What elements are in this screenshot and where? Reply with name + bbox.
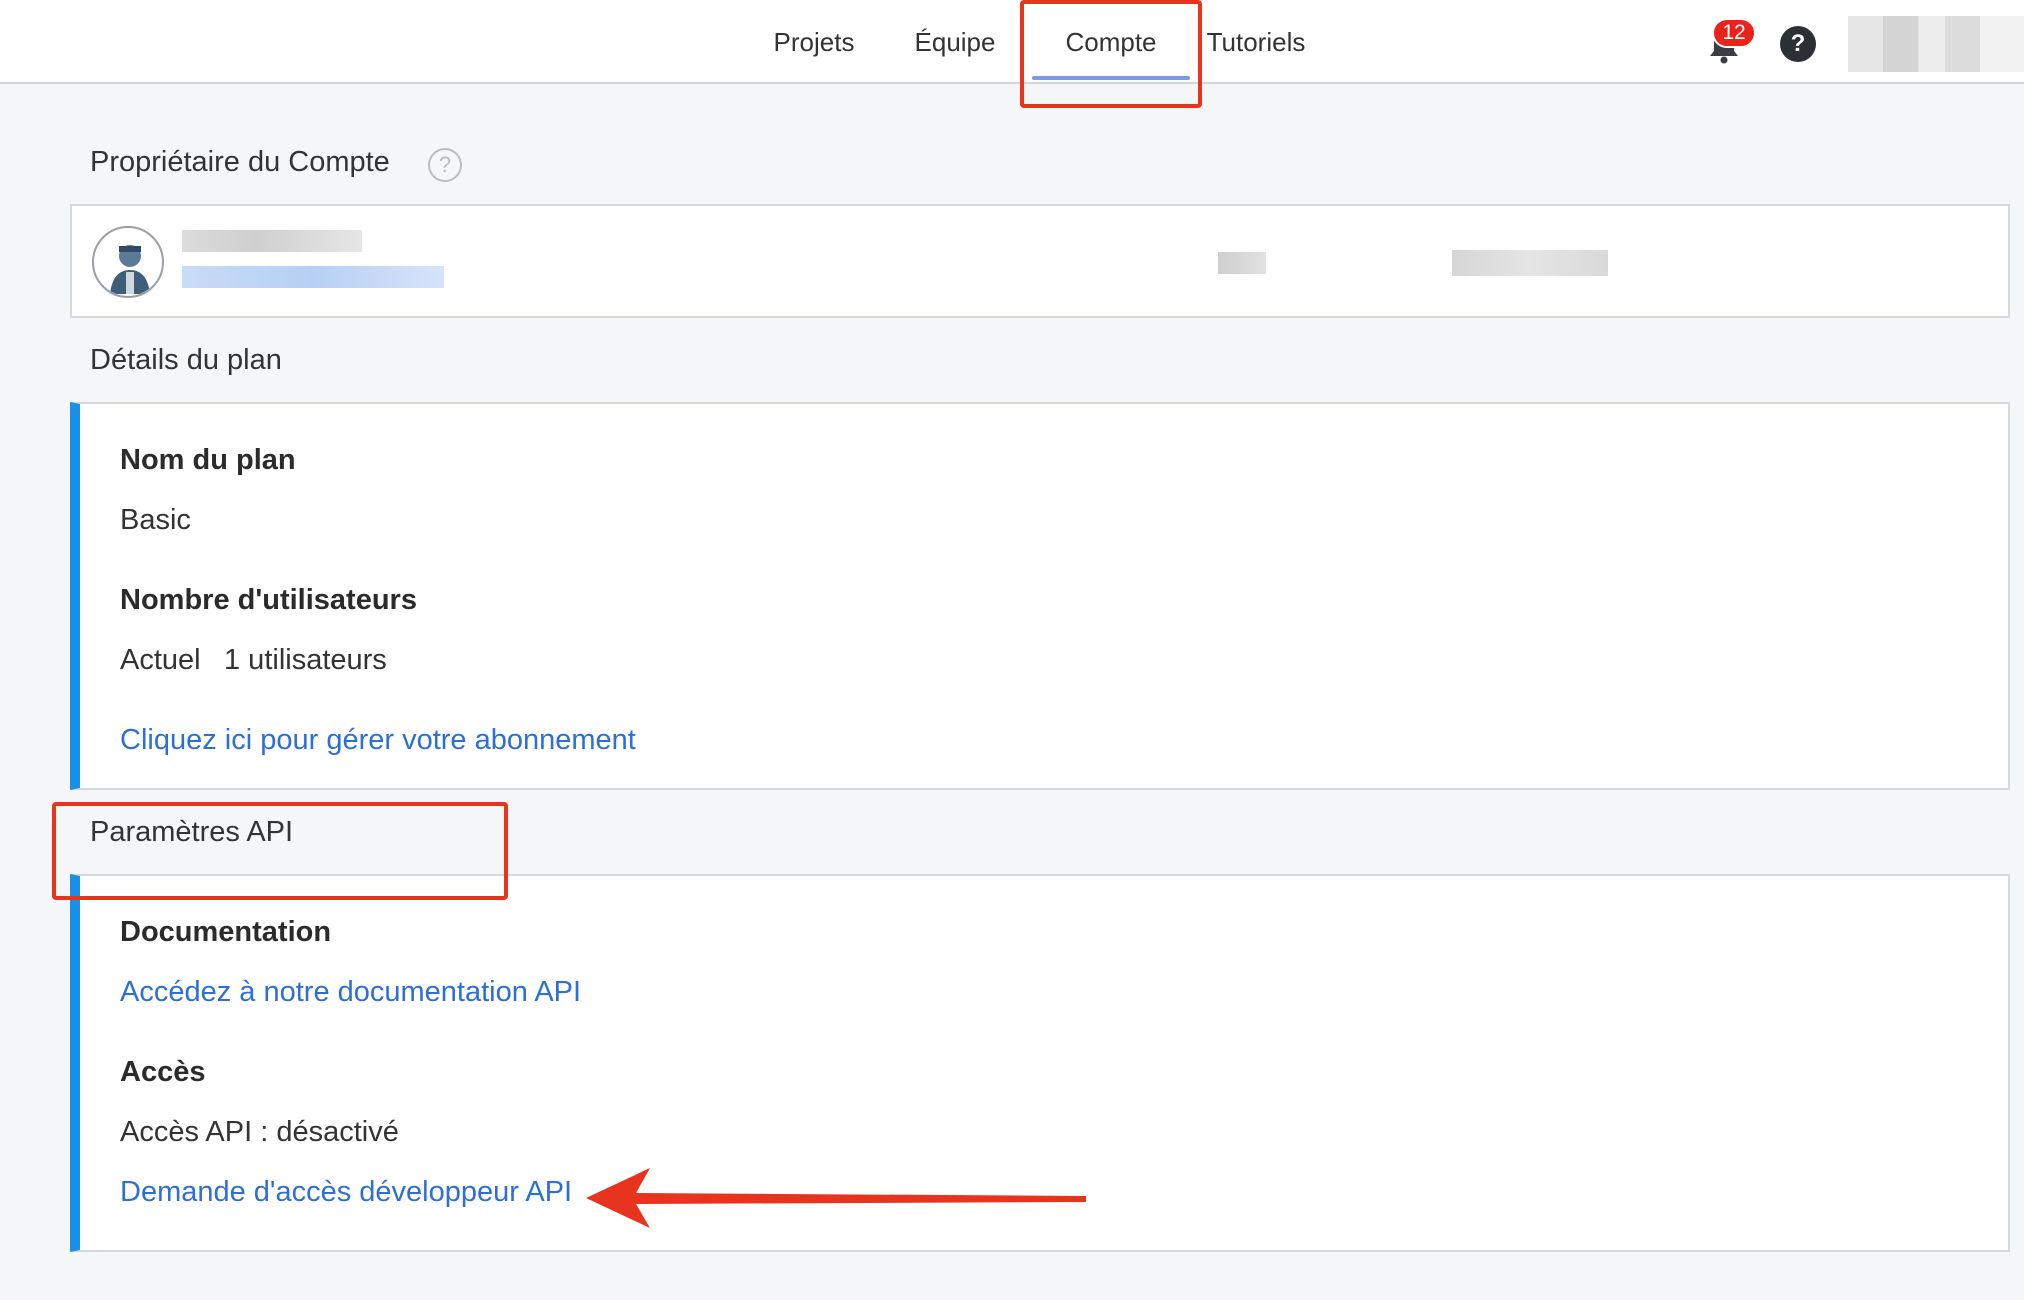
plan-section-title: Détails du plan <box>90 344 282 376</box>
avatar-icon <box>92 226 164 298</box>
documentation-label: Documentation <box>120 916 332 948</box>
owner-date-redacted <box>1452 250 1608 276</box>
users-current-value: 1 utilisateurs <box>224 644 387 676</box>
api-annotation-box <box>52 802 508 900</box>
plan-name-label: Nom du plan <box>120 444 296 476</box>
tab-projets-label: Projets <box>773 26 855 57</box>
tab-equipe[interactable]: Équipe <box>902 0 1008 84</box>
tab-annotation-box <box>1020 0 1202 108</box>
users-count-label: Nombre d'utilisateurs <box>120 584 417 616</box>
notification-badge[interactable]: 12 <box>1712 18 1756 48</box>
tab-tutoriels-label: Tutoriels <box>1206 26 1306 57</box>
owner-role-redacted <box>1218 252 1266 274</box>
owner-section-title: Propriétaire du Compte <box>90 146 390 178</box>
help-icon[interactable]: ? <box>1780 26 1816 62</box>
question-circle-icon[interactable]: ? <box>428 148 462 182</box>
plan-card: Nom du plan Basic Nombre d'utilisateurs … <box>70 402 2010 790</box>
annotation-arrow <box>586 1168 1086 1228</box>
top-navigation-bar: Projets Équipe Compte Tutoriels 12 ? <box>0 0 2024 84</box>
api-documentation-link[interactable]: Accédez à notre documentation API <box>120 976 581 1009</box>
api-developer-access-request-link[interactable]: Demande d'accès développeur API <box>120 1176 572 1209</box>
tab-equipe-label: Équipe <box>914 26 996 57</box>
owner-email-redacted <box>182 266 444 288</box>
owner-name-redacted <box>182 230 362 252</box>
access-label: Accès <box>120 1056 206 1088</box>
tab-tutoriels[interactable]: Tutoriels <box>1204 0 1308 84</box>
users-current-label: Actuel <box>120 644 201 676</box>
tab-projets[interactable]: Projets <box>760 0 868 84</box>
api-access-status: Accès API : désactivé <box>120 1116 399 1148</box>
user-menu[interactable] <box>1848 16 2024 72</box>
manage-subscription-link[interactable]: Cliquez ici pour gérer votre abonnement <box>120 724 636 757</box>
owner-card <box>70 204 2010 318</box>
plan-name-value: Basic <box>120 504 191 536</box>
